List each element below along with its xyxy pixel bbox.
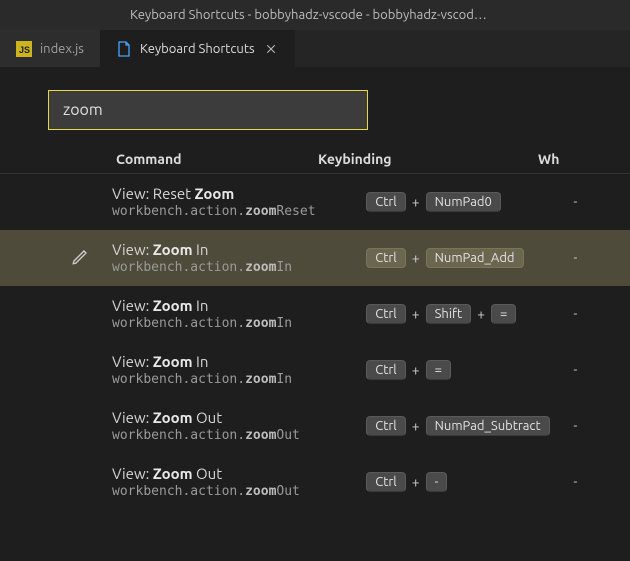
plus-separator: +: [477, 306, 485, 322]
keybinding-cell: Ctrl +-: [366, 472, 573, 492]
editor-body: Command Keybinding Wh View: Reset Zoom wo…: [0, 68, 630, 561]
file-icon: [116, 41, 132, 57]
tab-bar: JS index.js Keyboard Shortcuts: [0, 30, 630, 68]
command-title: View: Zoom Out: [112, 465, 366, 482]
table-row[interactable]: View: Reset Zoom workbench.action.zoomRes…: [0, 174, 630, 230]
table-header: Command Keybinding Wh: [0, 144, 630, 174]
key: NumPad0: [426, 192, 501, 212]
command-cell: View: Zoom In workbench.action.zoomIn: [112, 241, 366, 275]
key: =: [426, 360, 451, 380]
key: NumPad_Subtract: [426, 416, 550, 436]
command-cell: View: Zoom Out workbench.action.zoomOut: [112, 465, 366, 499]
row-gutter: [48, 248, 112, 269]
key: Ctrl: [366, 304, 405, 324]
window-title: Keyboard Shortcuts - bobbyhadz-vscode - …: [130, 8, 487, 22]
when-cell: -: [573, 195, 630, 209]
command-id: workbench.action.zoomOut: [112, 428, 366, 443]
tab-keyboard-shortcuts[interactable]: Keyboard Shortcuts: [100, 30, 295, 67]
key: Ctrl: [366, 248, 405, 268]
when-cell: -: [573, 419, 630, 433]
keybinding-cell: Ctrl + Shift + =: [366, 304, 573, 324]
close-icon[interactable]: [263, 41, 279, 57]
when-cell: -: [573, 475, 630, 489]
keybinding-cell: Ctrl + NumPad_Add: [366, 248, 573, 268]
key: =: [491, 304, 516, 324]
plus-separator: +: [412, 418, 420, 434]
command-title: View: Zoom In: [112, 241, 366, 258]
command-cell: View: Reset Zoom workbench.action.zoomRes…: [112, 185, 366, 219]
command-id: workbench.action.zoomOut: [112, 484, 366, 499]
command-cell: View: Zoom Out workbench.action.zoomOut: [112, 409, 366, 443]
search-input[interactable]: [48, 90, 368, 130]
keybinding-cell: Ctrl + =: [366, 360, 573, 380]
col-command[interactable]: Command: [48, 151, 318, 167]
col-keybinding[interactable]: Keybinding: [318, 151, 538, 167]
plus-separator: +: [412, 194, 420, 210]
key: Ctrl: [366, 360, 405, 380]
when-cell: -: [573, 307, 630, 321]
command-title: View: Zoom Out: [112, 409, 366, 426]
key: Ctrl: [366, 416, 405, 436]
command-title: View: Zoom In: [112, 353, 366, 370]
search-wrap: [0, 68, 630, 144]
command-id: workbench.action.zoomReset: [112, 204, 366, 219]
command-title: View: Reset Zoom: [112, 185, 366, 202]
js-file-icon: JS: [16, 41, 32, 57]
col-when[interactable]: Wh: [538, 151, 598, 167]
key: Ctrl: [366, 192, 405, 212]
plus-separator: +: [412, 250, 420, 266]
command-title: View: Zoom In: [112, 297, 366, 314]
table-row[interactable]: View: Zoom In workbench.action.zoomInCtrl…: [0, 230, 630, 286]
command-id: workbench.action.zoomIn: [112, 316, 366, 331]
when-cell: -: [573, 251, 630, 265]
key: -: [426, 472, 448, 492]
keybinding-cell: Ctrl + NumPad0: [366, 192, 573, 212]
key: Ctrl: [366, 472, 405, 492]
keybinding-cell: Ctrl + NumPad_Subtract: [366, 416, 573, 436]
plus-separator: +: [412, 474, 420, 490]
plus-separator: +: [412, 362, 420, 378]
edit-icon[interactable]: [71, 248, 89, 269]
command-id: workbench.action.zoomIn: [112, 372, 366, 387]
when-cell: -: [573, 363, 630, 377]
key: Shift: [426, 304, 471, 324]
tab-label: Keyboard Shortcuts: [140, 42, 255, 56]
table-row[interactable]: View: Zoom In workbench.action.zoomInCtrl…: [0, 342, 630, 398]
key: NumPad_Add: [426, 248, 524, 268]
command-id: workbench.action.zoomIn: [112, 260, 366, 275]
rows-container: View: Reset Zoom workbench.action.zoomRes…: [0, 174, 630, 510]
table-row[interactable]: View: Zoom Out workbench.action.zoomOutCt…: [0, 398, 630, 454]
table-row[interactable]: View: Zoom Out workbench.action.zoomOutCt…: [0, 454, 630, 510]
tab-indexjs[interactable]: JS index.js: [0, 30, 100, 67]
command-cell: View: Zoom In workbench.action.zoomIn: [112, 353, 366, 387]
svg-text:JS: JS: [19, 45, 30, 55]
tab-label: index.js: [40, 42, 84, 56]
window-titlebar: Keyboard Shortcuts - bobbyhadz-vscode - …: [0, 0, 630, 30]
table-row[interactable]: View: Zoom In workbench.action.zoomInCtrl…: [0, 286, 630, 342]
plus-separator: +: [412, 306, 420, 322]
command-cell: View: Zoom In workbench.action.zoomIn: [112, 297, 366, 331]
